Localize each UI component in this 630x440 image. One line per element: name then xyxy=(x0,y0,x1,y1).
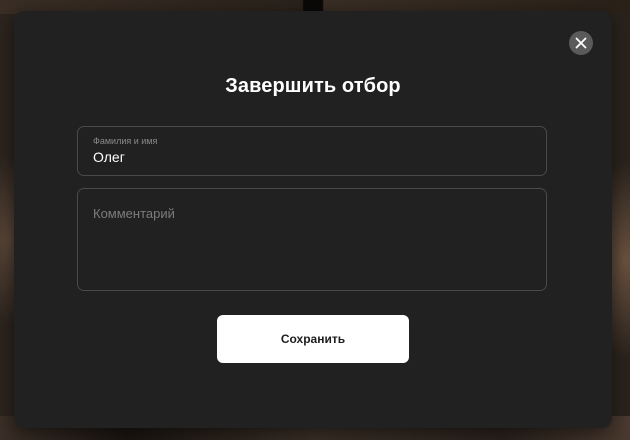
comment-placeholder[interactable]: Комментарий xyxy=(93,206,175,221)
comment-field[interactable]: Комментарий xyxy=(77,188,547,291)
save-button[interactable]: Сохранить xyxy=(217,315,409,363)
full-name-value[interactable]: Олег xyxy=(93,149,125,165)
close-button[interactable] xyxy=(569,31,593,55)
finish-selection-dialog: Завершить отбор Фамилия и имя Олег Комме… xyxy=(14,11,612,428)
full-name-field[interactable]: Фамилия и имя Олег xyxy=(77,126,547,176)
close-icon xyxy=(575,37,587,49)
full-name-label: Фамилия и имя xyxy=(93,136,158,146)
dialog-title: Завершить отбор xyxy=(225,75,401,97)
